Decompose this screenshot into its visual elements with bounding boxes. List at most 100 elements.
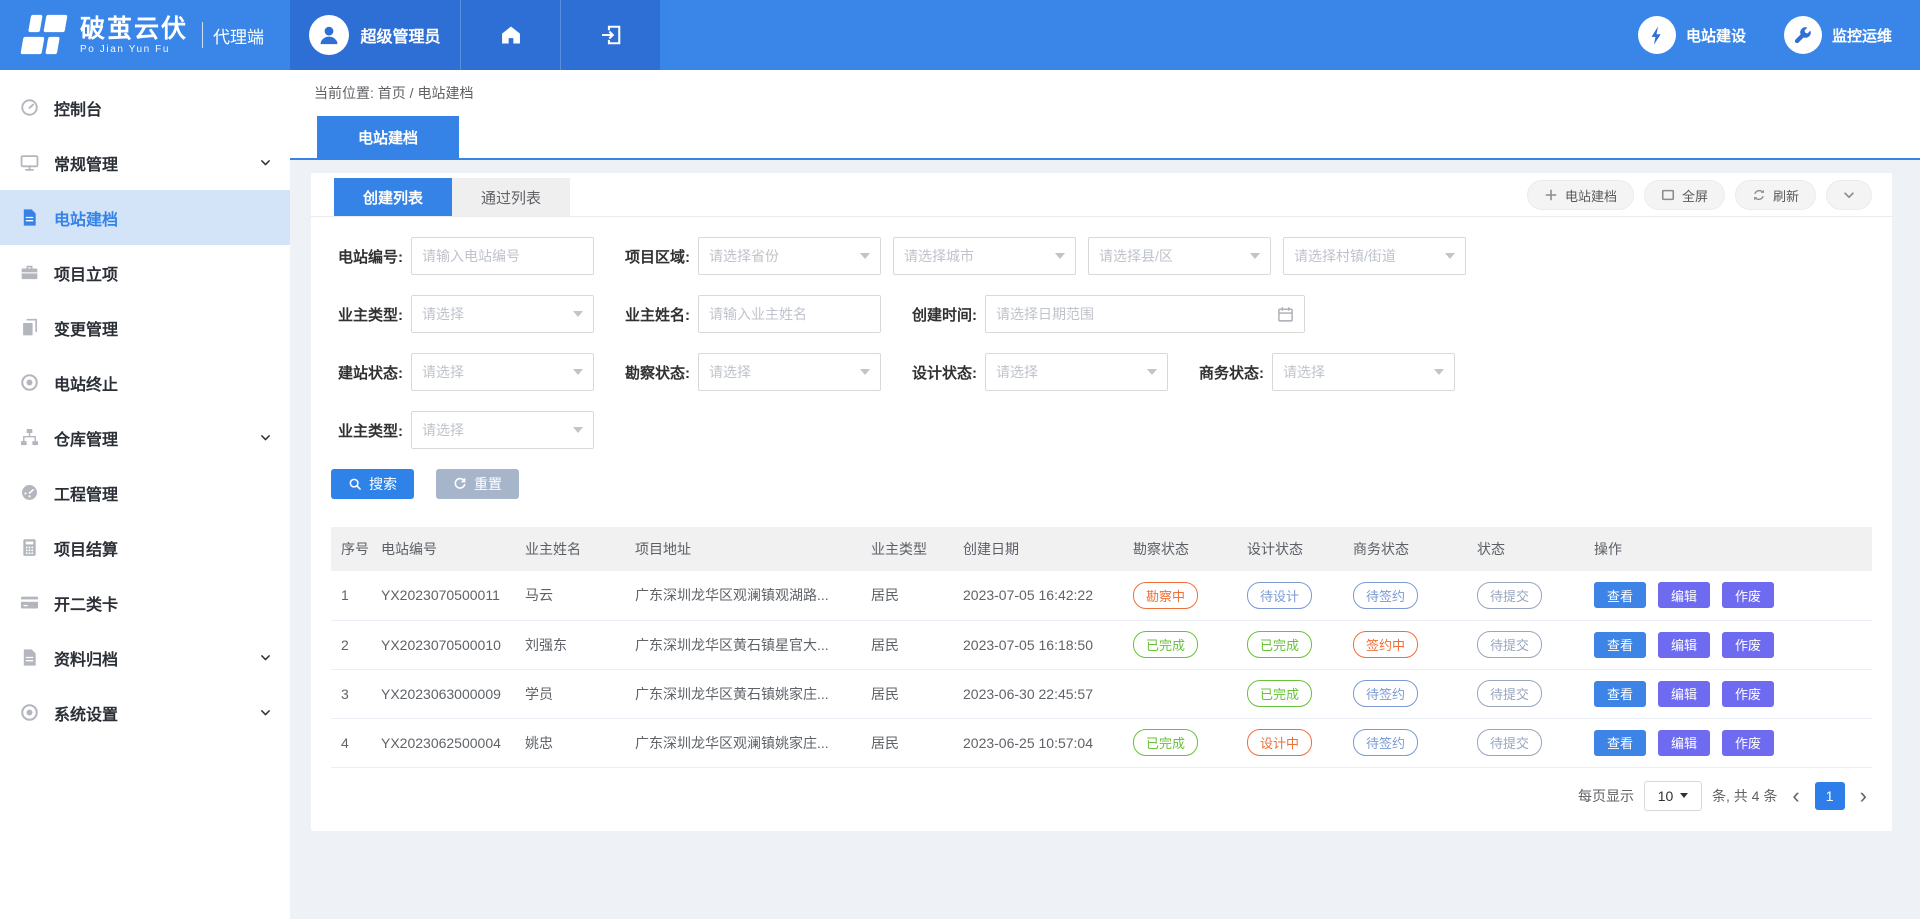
- collapse-button[interactable]: [1826, 180, 1872, 210]
- station-build-button[interactable]: 电站建设: [1638, 16, 1746, 54]
- fullscreen-icon: [1661, 188, 1675, 202]
- card-icon: [20, 593, 39, 612]
- add-station-button[interactable]: 电站建档: [1527, 180, 1634, 210]
- page-tab-station-file[interactable]: 电站建档: [317, 116, 459, 158]
- station-code-input[interactable]: [411, 237, 594, 275]
- sidebar-item-type2-card[interactable]: 开二类卡: [0, 575, 290, 630]
- filter-form: 电站编号: 项目区域:请选择省份请选择城市请选择县/区请选择村镇/街道业主类型:请…: [311, 217, 1892, 449]
- sidebar: 控制台常规管理电站建档项目立项变更管理电站终止仓库管理工程管理项目结算开二类卡资…: [0, 70, 290, 919]
- filter-label: 创建时间:: [905, 304, 985, 325]
- filter-label: 商务状态:: [1192, 362, 1272, 383]
- cell-survey-status: [1123, 669, 1237, 718]
- sidebar-item-system-setting[interactable]: 系统设置: [0, 685, 290, 740]
- prev-page-button[interactable]: ‹: [1787, 785, 1804, 807]
- sidebar-item-station-file[interactable]: 电站建档: [0, 190, 290, 245]
- create-time-input[interactable]: 请选择日期范围: [985, 295, 1305, 333]
- status-badge: 已完成: [1133, 631, 1198, 658]
- filter-row: 业主类型:请选择 业主姓名: 创建时间:请选择日期范围: [331, 295, 1892, 333]
- survey-status-select[interactable]: 请选择: [698, 353, 881, 391]
- district-select[interactable]: 请选择县/区: [1088, 237, 1271, 275]
- cell-actions: 查看编辑作废: [1584, 620, 1872, 669]
- status-badge: 已完成: [1247, 680, 1312, 707]
- edit-button[interactable]: 编辑: [1658, 730, 1710, 756]
- column-header: 业主姓名: [515, 527, 625, 571]
- avatar: [309, 15, 349, 55]
- owner-name-input[interactable]: [698, 295, 881, 333]
- tab-pass-list[interactable]: 通过列表: [452, 178, 570, 216]
- cell-status: 待提交: [1467, 620, 1584, 669]
- logout-button[interactable]: [560, 0, 660, 70]
- cell-owner-type: 居民: [861, 620, 953, 669]
- sidebar-item-general-mgmt[interactable]: 常规管理: [0, 135, 290, 190]
- build-status-select[interactable]: 请选择: [411, 353, 594, 391]
- filter-label: 项目区域:: [618, 246, 698, 267]
- edit-button[interactable]: 编辑: [1658, 632, 1710, 658]
- filter-field-build-status: 建站状态:请选择: [331, 353, 594, 391]
- per-page-select[interactable]: 10: [1644, 781, 1702, 811]
- sidebar-item-warehouse[interactable]: 仓库管理: [0, 410, 290, 465]
- design-status-select[interactable]: 请选择: [985, 353, 1168, 391]
- sidebar-item-engineering[interactable]: 工程管理: [0, 465, 290, 520]
- void-button[interactable]: 作废: [1722, 681, 1774, 707]
- status-badge: 待签约: [1353, 729, 1418, 756]
- owner-type2-select[interactable]: 请选择: [411, 411, 594, 449]
- station-table: 序号电站编号业主姓名项目地址业主类型创建日期勘察状态设计状态商务状态状态操作 1…: [331, 527, 1872, 768]
- filter-field-owner-type: 业主类型:请选择: [331, 295, 594, 333]
- edit-button[interactable]: 编辑: [1658, 681, 1710, 707]
- business-status-select[interactable]: 请选择: [1272, 353, 1455, 391]
- edit-button[interactable]: 编辑: [1658, 582, 1710, 608]
- filter-field-station-code: 电站编号:: [331, 237, 594, 275]
- reset-icon: [453, 477, 467, 491]
- void-button[interactable]: 作废: [1722, 632, 1774, 658]
- status-badge: 待提交: [1477, 631, 1542, 658]
- sitemap-icon: [20, 428, 39, 447]
- copy-icon: [20, 318, 39, 337]
- monitor-ops-label: 监控运维: [1832, 25, 1892, 46]
- sidebar-item-console[interactable]: 控制台: [0, 80, 290, 135]
- filter-label: 业主姓名:: [618, 304, 698, 325]
- topbar: 破茧云伏 Po Jian Yun Fu 代理端 超级管理员 电站建设 监控运维: [0, 0, 1920, 70]
- view-button[interactable]: 查看: [1594, 582, 1646, 608]
- refresh-button[interactable]: 刷新: [1735, 180, 1816, 210]
- void-button[interactable]: 作废: [1722, 730, 1774, 756]
- home-button[interactable]: [460, 0, 560, 70]
- void-button[interactable]: 作废: [1722, 582, 1774, 608]
- sidebar-item-label: 电站终止: [54, 371, 118, 395]
- column-header: 电站编号: [371, 527, 515, 571]
- next-page-button[interactable]: ›: [1855, 785, 1872, 807]
- sidebar-item-archive[interactable]: 资料归档: [0, 630, 290, 685]
- chevron-down-icon: [259, 651, 272, 664]
- status-badge: 待提交: [1477, 582, 1542, 609]
- sidebar-item-project-setup[interactable]: 项目立项: [0, 245, 290, 300]
- brand-divider: [202, 22, 203, 48]
- city-select[interactable]: 请选择城市: [893, 237, 1076, 275]
- monitor-ops-button[interactable]: 监控运维: [1784, 16, 1892, 54]
- status-badge: 待提交: [1477, 729, 1542, 756]
- sidebar-item-station-stop[interactable]: 电站终止: [0, 355, 290, 410]
- owner-type-select[interactable]: 请选择: [411, 295, 594, 333]
- cell-created: 2023-07-05 16:18:50: [953, 620, 1123, 669]
- cell-owner-type: 居民: [861, 571, 953, 620]
- wrench-icon: [1784, 16, 1822, 54]
- sidebar-item-change-mgmt[interactable]: 变更管理: [0, 300, 290, 355]
- reset-button[interactable]: 重置: [436, 469, 519, 499]
- fullscreen-button[interactable]: 全屏: [1644, 180, 1725, 210]
- cell-owner-name: 姚忠: [515, 718, 625, 767]
- sidebar-item-label: 电站建档: [54, 206, 118, 230]
- cell-address: 广东深圳龙华区观澜镇姚家庄...: [625, 718, 861, 767]
- current-page[interactable]: 1: [1815, 782, 1845, 810]
- view-button[interactable]: 查看: [1594, 681, 1646, 707]
- sidebar-item-settlement[interactable]: 项目结算: [0, 520, 290, 575]
- view-button[interactable]: 查看: [1594, 632, 1646, 658]
- tab-create-list[interactable]: 创建列表: [334, 178, 452, 216]
- brand-name: 破茧云伏: [80, 16, 188, 42]
- province-select[interactable]: 请选择省份: [698, 237, 881, 275]
- view-button[interactable]: 查看: [1594, 730, 1646, 756]
- cell-owner-name: 学员: [515, 669, 625, 718]
- filter-field-province: 项目区域:请选择省份: [618, 237, 881, 275]
- search-button[interactable]: 搜索: [331, 469, 414, 499]
- portal-label: 代理端: [213, 23, 264, 48]
- village-select[interactable]: 请选择村镇/街道: [1283, 237, 1466, 275]
- user-menu[interactable]: 超级管理员: [290, 0, 460, 70]
- cell-owner-name: 马云: [515, 571, 625, 620]
